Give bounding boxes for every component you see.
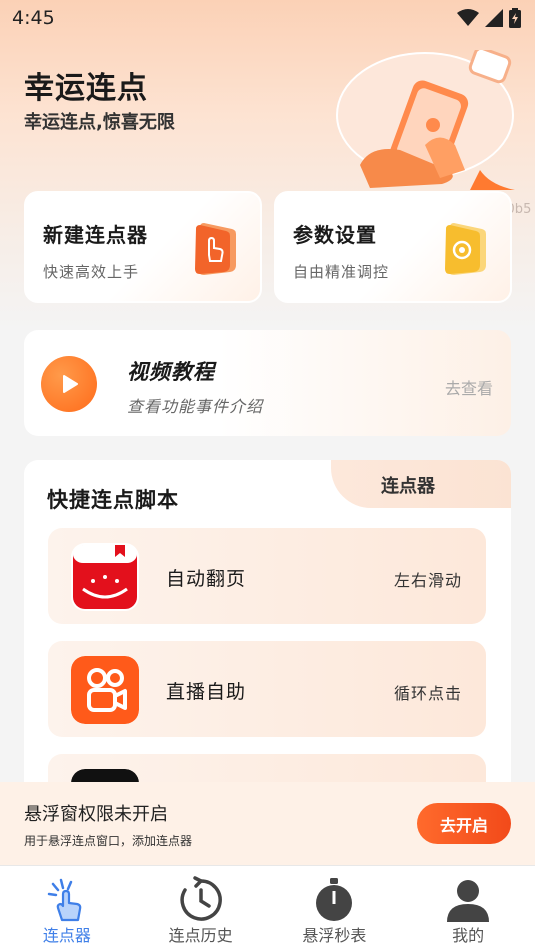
app-subtitle: 幸运连点,惊喜无限: [24, 112, 175, 133]
settings-card[interactable]: 参数设置 自由精准调控: [274, 191, 512, 303]
bottom-nav: 连点器 连点历史 悬浮秒表 我的: [0, 865, 535, 951]
script-action: 左右滑动: [393, 571, 462, 590]
tap-icon: [195, 223, 236, 275]
permission-subtitle: 用于悬浮连点窗口，添加连点器: [24, 834, 193, 848]
new-clicker-subtitle: 快速高效上手: [43, 263, 140, 281]
status-bar: 4:45: [0, 0, 535, 36]
novel-app-icon: [71, 543, 139, 611]
user-icon: [447, 880, 490, 922]
quick-scripts-card: 连点器 快捷连点脚本 自动翻页 左右滑动 直播自助 循环点击: [24, 460, 511, 850]
battery-icon: [509, 8, 521, 28]
script-name: 直播自助: [166, 681, 247, 703]
video-tutorial-card[interactable]: 视频教程 查看功能事件介绍 去查看: [24, 330, 511, 436]
status-time: 4:45: [12, 7, 55, 29]
script-item-auto-page[interactable]: 自动翻页 左右滑动: [48, 528, 486, 624]
play-icon[interactable]: [41, 356, 97, 412]
stopwatch-icon: [316, 878, 353, 921]
scripts-title: 快捷连点脚本: [47, 488, 179, 512]
nav-label: 悬浮秒表: [302, 926, 367, 945]
new-clicker-card[interactable]: 新建连点器 快速高效上手: [24, 191, 262, 303]
clicker-tab[interactable]: 连点器: [331, 460, 511, 508]
nav-label: 连点器: [42, 926, 91, 945]
gear-icon: [445, 223, 486, 275]
clicker-tab-label: 连点器: [381, 476, 435, 497]
nav-label: 我的: [452, 926, 485, 945]
permission-banner: 悬浮窗权限未开启 用于悬浮连点窗口，添加连点器 去开启: [0, 782, 535, 865]
video-title: 视频教程: [127, 360, 215, 384]
video-subtitle: 查看功能事件介绍: [127, 397, 264, 416]
nav-label: 连点历史: [168, 926, 233, 945]
permission-title: 悬浮窗权限未开启: [24, 804, 168, 825]
history-icon: [180, 876, 222, 921]
view-link[interactable]: 去查看: [445, 375, 493, 399]
script-action: 循环点击: [393, 684, 462, 703]
new-clicker-title: 新建连点器: [43, 223, 148, 247]
tap-hand-icon: [47, 878, 82, 922]
signal-icon: [485, 9, 503, 27]
kuaishou-app-icon: [71, 656, 139, 724]
nav-item-clicker[interactable]: 连点器: [0, 866, 134, 951]
hand-phone-illustration: [336, 50, 515, 190]
nav-item-stopwatch[interactable]: 悬浮秒表: [268, 866, 402, 951]
settings-subtitle: 自由精准调控: [293, 263, 390, 281]
enable-permission-button[interactable]: 去开启: [417, 803, 511, 844]
settings-title: 参数设置: [293, 223, 377, 247]
nav-item-profile[interactable]: 我的: [401, 866, 535, 951]
nav-item-history[interactable]: 连点历史: [134, 866, 268, 951]
status-icons: [457, 8, 521, 28]
script-name: 自动翻页: [166, 568, 247, 590]
script-item-live-assist[interactable]: 直播自助 循环点击: [48, 641, 486, 737]
wifi-icon: [457, 9, 479, 26]
app-title: 幸运连点: [24, 71, 148, 106]
